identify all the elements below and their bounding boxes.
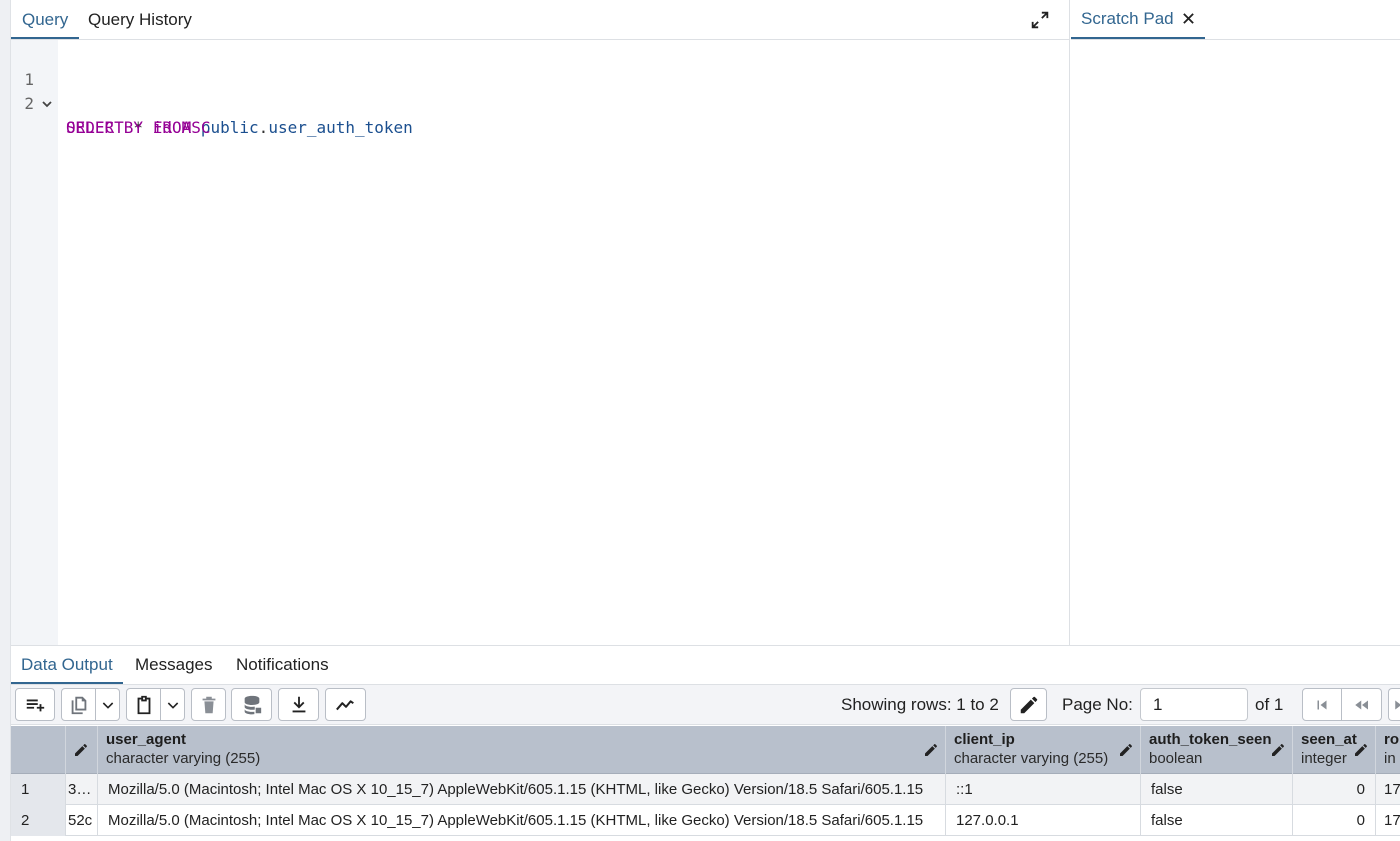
tab-query[interactable]: Query [11, 0, 80, 39]
table-cell[interactable]: Mozilla/5.0 (Macintosh; Intel Mac OS X 1… [98, 774, 946, 805]
table-cell[interactable]: false [1141, 805, 1293, 836]
row-number[interactable]: 1 [11, 774, 66, 805]
results-toolbar: Showing rows: 1 to 2 Page No: 1 of 1 [11, 685, 1400, 725]
line-chart-icon [335, 699, 354, 710]
pencil-icon[interactable] [923, 742, 939, 758]
code-line-1: 1 SELECT * FROM public.user_auth_token [11, 44, 1011, 137]
code-text: ORDER BY id ASC [66, 116, 211, 140]
trash-icon [202, 696, 215, 713]
pencil-icon[interactable] [1270, 742, 1286, 758]
column-name: user_agent [106, 731, 187, 748]
row-number[interactable]: 2 [11, 805, 66, 836]
first-page-icon [1317, 700, 1327, 709]
page-number-label: Page No: [1062, 695, 1133, 714]
query-panel: Query Query History 1 SELECT * FROM publ… [11, 0, 1070, 645]
previous-column-header[interactable] [66, 726, 98, 774]
copy-icon [71, 696, 86, 714]
table-row[interactable]: 2 52c Mozilla/5.0 (Macintosh; Intel Mac … [11, 805, 1400, 836]
pencil-icon[interactable] [1353, 742, 1369, 758]
table-cell[interactable]: 0 [1293, 774, 1376, 805]
data-grid: user_agent character varying (255) clien… [11, 726, 1400, 836]
results-tabbar: Data Output Messages Notifications [11, 646, 1400, 685]
code-line-2: 2 ORDER BY id ASC [11, 68, 1011, 137]
rows-count-label: Showing rows: 1 to 2 [841, 695, 999, 714]
page-total-label: of 1 [1255, 695, 1284, 714]
column-type: character varying (255) [954, 750, 1109, 767]
rewind-icon [1354, 700, 1368, 709]
line-number: 2 [24, 94, 34, 113]
paste-button[interactable] [126, 688, 161, 721]
add-row-icon [26, 699, 45, 711]
copy-button[interactable] [61, 688, 96, 721]
table-cell[interactable]: 3… [66, 774, 98, 805]
close-icon[interactable] [1182, 12, 1195, 25]
scratch-tabbar: Scratch Pad [1071, 0, 1400, 40]
keyword-asc: ASC [181, 118, 211, 137]
table-cell[interactable]: 17 [1376, 774, 1400, 805]
download-button[interactable] [278, 688, 319, 721]
keyword-order-by: ORDER BY [66, 118, 144, 137]
results-panel: Data Output Messages Notifications Showi… [11, 645, 1400, 841]
tab-data-output[interactable]: Data Output [11, 646, 123, 684]
scratch-pad-label: Scratch Pad [1081, 9, 1174, 28]
chevron-down-icon [167, 701, 178, 709]
column-name: ro [1384, 731, 1399, 748]
database-save-icon [244, 695, 261, 714]
sql-editor[interactable]: 1 SELECT * FROM public.user_auth_token 2… [11, 40, 1069, 645]
add-row-button[interactable] [15, 688, 55, 721]
column-header-ro[interactable]: ro in [1376, 726, 1400, 774]
column-type: in [1384, 750, 1396, 767]
table-cell[interactable]: ::1 [946, 774, 1141, 805]
table-row[interactable]: 1 3… Mozilla/5.0 (Macintosh; Intel Mac O… [11, 774, 1400, 805]
first-page-button[interactable] [1302, 688, 1342, 721]
column-type: character varying (255) [106, 750, 261, 767]
table-cell[interactable]: 0 [1293, 805, 1376, 836]
tab-notifications[interactable]: Notifications [226, 646, 339, 684]
table-cell[interactable]: Mozilla/5.0 (Macintosh; Intel Mac OS X 1… [98, 805, 946, 836]
tab-query-history[interactable]: Query History [77, 0, 203, 39]
tab-messages[interactable]: Messages [125, 646, 222, 684]
query-tabbar: Query Query History [11, 0, 1069, 40]
chevron-down-icon [102, 701, 113, 709]
column-header-client-ip[interactable]: client_ip character varying (255) [946, 726, 1141, 774]
table-name: user_auth_token [268, 118, 413, 137]
left-edge-strip [0, 0, 11, 841]
pencil-icon[interactable] [1118, 742, 1134, 758]
clipboard-icon [137, 695, 150, 714]
paste-options-dropdown[interactable] [161, 688, 185, 721]
page-number-input[interactable]: 1 [1140, 688, 1248, 721]
column-header-seen-at[interactable]: seen_at integer [1293, 726, 1376, 774]
edit-rows-button[interactable] [1010, 688, 1047, 721]
copy-options-dropdown[interactable] [96, 688, 120, 721]
grid-header-row: user_agent character varying (255) clien… [11, 726, 1400, 774]
scratch-pad-panel: Scratch Pad [1071, 0, 1400, 645]
expand-icon[interactable] [1029, 9, 1051, 31]
table-cell[interactable]: 17 [1376, 805, 1400, 836]
previous-page-button[interactable] [1342, 688, 1382, 721]
play-icon [1394, 700, 1400, 709]
column-header-user-agent[interactable]: user_agent character varying (255) [98, 726, 946, 774]
pencil-icon [75, 744, 87, 756]
column-header-auth-token-seen[interactable]: auth_token_seen boolean [1141, 726, 1293, 774]
graph-visualiser-button[interactable] [325, 688, 366, 721]
column-id: id [152, 118, 172, 137]
delete-row-button[interactable] [191, 688, 226, 721]
column-name: client_ip [954, 731, 1015, 748]
tab-scratch-pad[interactable]: Scratch Pad [1071, 0, 1205, 39]
table-cell[interactable]: 52c [66, 805, 98, 836]
row-number-header [11, 726, 66, 774]
next-page-button[interactable] [1388, 688, 1400, 721]
pencil-icon [1020, 696, 1037, 713]
table-cell[interactable]: 127.0.0.1 [946, 805, 1141, 836]
download-icon [292, 696, 305, 712]
save-data-button[interactable] [231, 688, 272, 721]
table-cell[interactable]: false [1141, 774, 1293, 805]
dot-separator: . [258, 118, 269, 137]
